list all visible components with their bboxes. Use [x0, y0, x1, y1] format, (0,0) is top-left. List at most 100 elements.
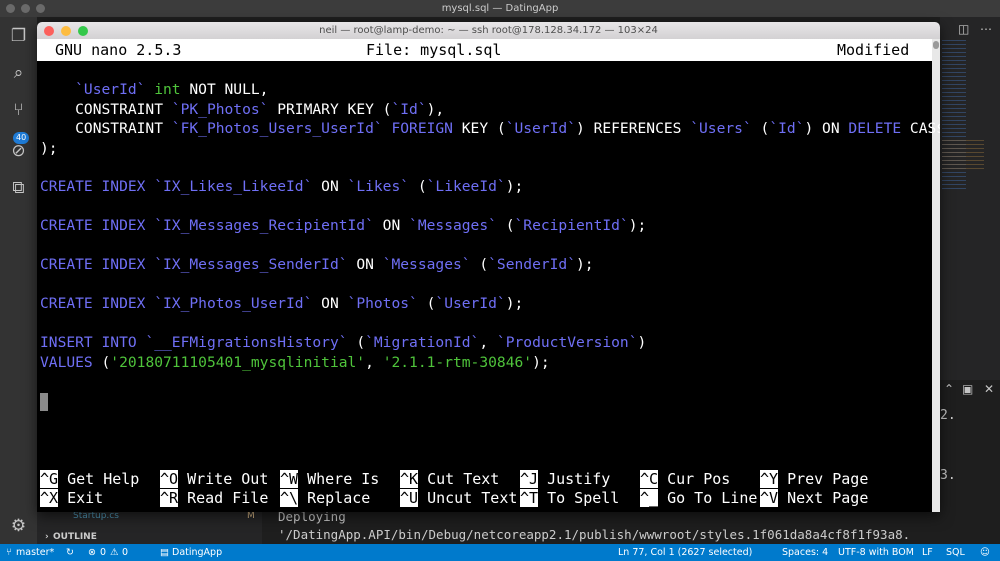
code-line: );	[40, 140, 58, 157]
shortcut-label: Justify	[547, 470, 611, 488]
error-count[interactable]: 0	[100, 544, 106, 561]
search-icon[interactable]: ⌕	[9, 64, 28, 83]
chevron-up-icon[interactable]: ⌃	[944, 382, 954, 396]
code-line: CREATE INDEX `IX_Likes_LikeeId` ON `Like…	[40, 177, 523, 196]
shortcut-cut-text[interactable]: ^K Cut Text	[400, 470, 499, 489]
code-token: `MigrationId`	[365, 334, 480, 351]
outline-section[interactable]: OUTLINE	[53, 532, 97, 542]
code-line: CONSTRAINT `FK_Photos_Users_UserId` FORE…	[40, 119, 940, 138]
shortcut-key: ^\	[280, 489, 299, 507]
shortcut-key: ^O	[160, 470, 179, 488]
git-branch[interactable]: master*	[16, 544, 54, 561]
nano-filename: File: mysql.sql	[366, 41, 502, 59]
debug-icon[interactable]: ⊘	[9, 142, 28, 161]
explorer-file[interactable]: Startup.cs	[73, 511, 119, 521]
shortcut-where-is[interactable]: ^W Where Is	[280, 470, 379, 489]
smiley-icon[interactable]: ☺	[980, 544, 990, 561]
warning-count[interactable]: 0	[122, 544, 128, 561]
project-name[interactable]: DatingApp	[172, 544, 222, 561]
shortcut-key: ^T	[520, 489, 539, 507]
indentation[interactable]: Spaces: 4	[782, 544, 828, 561]
terminal-window[interactable]: neil — root@lamp-demo: ~ — ssh root@178.…	[37, 22, 940, 512]
close-icon[interactable]: ✕	[984, 382, 994, 396]
source-control-icon[interactable]: ⑂	[9, 101, 28, 120]
code-token: `Id`	[769, 120, 805, 137]
shortcut-key: ^X	[40, 489, 59, 507]
code-token: int	[154, 81, 181, 98]
shortcut-get-help[interactable]: ^G Get Help	[40, 470, 139, 489]
code-token: );	[628, 217, 647, 234]
shortcut-justify[interactable]: ^J Justify	[520, 470, 610, 489]
shortcut-to-spell[interactable]: ^T To Spell	[520, 489, 619, 508]
shortcut-label: Cur Pos	[667, 470, 731, 488]
chevron-right-icon[interactable]: ›	[45, 532, 49, 542]
code-line: CREATE INDEX `IX_Messages_SenderId` ON `…	[40, 255, 594, 274]
terminal-titlebar[interactable]: neil — root@lamp-demo: ~ — ssh root@178.…	[37, 22, 940, 39]
code-line: CONSTRAINT `PK_Photos` PRIMARY KEY (`Id`…	[40, 100, 444, 119]
code-token: );	[505, 295, 524, 312]
shortcut-key: ^_	[640, 489, 659, 507]
gear-icon[interactable]: ⚙	[9, 517, 28, 536]
code-token: KEY (	[452, 120, 506, 137]
code-token: `PK_Photos`	[171, 101, 269, 118]
shortcut-label: Next Page	[787, 489, 869, 507]
scrollbar-thumb[interactable]	[933, 41, 939, 49]
code-token: `SenderId`	[488, 256, 577, 273]
shortcut-replace[interactable]: ^\ Replace	[280, 489, 370, 508]
code-token: (	[92, 354, 111, 371]
shortcut-go-to-line[interactable]: ^_ Go To Line	[640, 489, 757, 508]
code-token: `__EFMigrationsHistory`	[136, 334, 348, 351]
extensions-icon[interactable]: ⧉	[9, 179, 28, 198]
nano-header: GNU nano 2.5.3 File: mysql.sql Modified	[37, 39, 932, 61]
shortcut-label: Replace	[307, 489, 371, 507]
code-token: `IX_Likes_LikeeId`	[145, 178, 313, 195]
cursor-position[interactable]: Ln 77, Col 1 (2627 selected)	[618, 544, 752, 561]
code-token: CREATE INDEX	[40, 256, 146, 273]
code-line: CREATE INDEX `IX_Messages_RecipientId` O…	[40, 216, 646, 235]
code-token: NOT NULL,	[180, 81, 269, 98]
code-token: ),	[426, 101, 445, 118]
shortcut-uncut-text[interactable]: ^U Uncut Text	[400, 489, 517, 508]
shortcut-write-out[interactable]: ^O Write Out	[160, 470, 268, 489]
terminal-scrollbar[interactable]	[932, 39, 940, 512]
code-token: (	[470, 256, 489, 273]
code-token: ON	[347, 256, 383, 273]
code-token: (	[409, 178, 427, 195]
more-actions-icon[interactable]: ⋯	[980, 22, 992, 36]
minimize-window-button[interactable]	[61, 26, 71, 36]
code-token: DELETE	[848, 120, 902, 137]
shortcut-next-page[interactable]: ^V Next Page	[760, 489, 868, 508]
code-token: `Id`	[391, 101, 427, 118]
maximize-panel-icon[interactable]: ▣	[962, 382, 973, 396]
shortcut-exit[interactable]: ^X Exit	[40, 489, 103, 508]
code-token: CONSTRAINT	[40, 101, 172, 118]
code-token: `Messages`	[409, 217, 497, 234]
zoom-window-button[interactable]	[78, 26, 88, 36]
encoding[interactable]: UTF-8 with BOM	[838, 544, 914, 561]
code-line: CREATE INDEX `IX_Photos_UserId` ON `Phot…	[40, 294, 523, 313]
code-token: (	[751, 120, 770, 137]
close-window-button[interactable]	[44, 26, 54, 36]
shortcut-key: ^R	[160, 489, 179, 507]
error-icon: ⊗	[88, 547, 96, 558]
shortcut-label: Exit	[67, 489, 104, 507]
code-token: VALUES	[40, 354, 93, 371]
line-ending[interactable]: LF	[922, 544, 933, 561]
integrated-terminal[interactable]: Deploying '/DatingApp.API/bin/Debug/netc…	[262, 509, 940, 544]
explorer-icon[interactable]: ❐	[9, 27, 28, 46]
code-token: ) ON	[804, 120, 849, 137]
language-mode[interactable]: SQL	[946, 544, 965, 561]
code-token: (	[417, 295, 436, 312]
shortcut-prev-page[interactable]: ^Y Prev Page	[760, 470, 868, 489]
code-token: '20180711105401_mysqlinitial'	[110, 354, 366, 371]
code-line: `UserId` int NOT NULL,	[40, 80, 268, 99]
terminal-output-line: '/DatingApp.API/bin/Debug/netcoreapp2.1/…	[278, 527, 911, 542]
split-editor-icon[interactable]: ◫	[958, 22, 969, 36]
vscode-window-controls[interactable]	[6, 4, 45, 13]
shortcut-cur-pos[interactable]: ^C Cur Pos	[640, 470, 730, 489]
code-token: (	[496, 217, 515, 234]
terminal-panel-overflow: 2. 3.	[940, 400, 1000, 545]
sync-icon[interactable]: ↻	[66, 544, 74, 561]
shortcut-read-file[interactable]: ^R Read File	[160, 489, 268, 508]
code-token: `UserId`	[435, 295, 506, 312]
